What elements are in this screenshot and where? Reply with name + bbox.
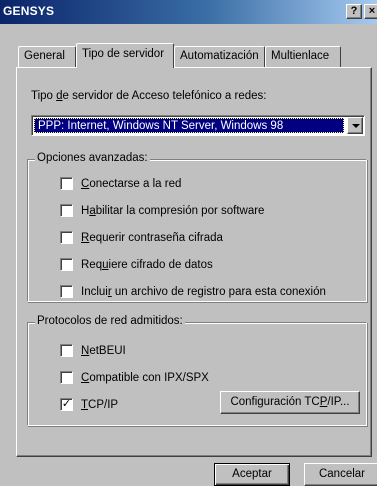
netbeui-label: NetBEUI — [81, 345, 126, 357]
software-compression-label: Habilitar la compresión por software — [81, 205, 265, 217]
connect-network-label: Conectarse a la red — [81, 178, 182, 190]
ipx-spx-checkbox[interactable] — [60, 371, 73, 384]
log-file-checkbox[interactable] — [60, 285, 73, 298]
tab-panel: Tipo de servidor de Acceso telefónico a … — [16, 67, 372, 457]
server-type-label: Tipo de servidor de Acceso telefónico a … — [31, 90, 267, 102]
close-button[interactable]: × — [364, 4, 377, 19]
tcpip-checkbox[interactable]: ✓ — [60, 398, 73, 411]
connect-network-checkbox[interactable] — [60, 177, 73, 190]
advanced-options-title: Opciones avanzadas: — [35, 152, 150, 164]
server-type-select[interactable]: PPP: Internet, Windows NT Server, Window… — [31, 115, 365, 136]
cancel-button[interactable]: Cancelar — [304, 463, 377, 486]
log-file-label: Incluir un archivo de registro para esta… — [81, 286, 326, 298]
tcpip-label: TCP/IP — [81, 399, 119, 411]
data-encryption-checkbox[interactable] — [60, 258, 73, 271]
ok-button[interactable]: Aceptar — [214, 463, 290, 486]
tcpip-settings-button[interactable]: Configuración TCP/IP... — [220, 391, 360, 414]
encrypted-password-label: Requerir contraseña cifrada — [81, 232, 223, 244]
encrypted-password-checkbox[interactable] — [60, 231, 73, 244]
server-type-value: PPP: Internet, Windows NT Server, Window… — [34, 118, 344, 133]
tab-multilink[interactable]: Multienlace — [265, 46, 341, 67]
advanced-options-group: Opciones avanzadas: Conectarse a la red … — [27, 152, 367, 302]
window-title: GENSYS — [3, 4, 55, 18]
ipx-spx-label: Compatible con IPX/SPX — [81, 372, 209, 384]
chevron-down-icon — [352, 124, 360, 128]
protocols-title: Protocolos de red admitidos: — [35, 315, 185, 327]
tab-automation[interactable]: Automatización — [174, 46, 265, 67]
title-bar[interactable]: GENSYS ? × — [0, 0, 377, 24]
help-button[interactable]: ? — [346, 4, 362, 19]
protocols-group: Protocolos de red admitidos: NetBEUI Com… — [27, 315, 367, 426]
dialog-window: GENSYS ? × General Tipo de servidor Auto… — [0, 0, 377, 486]
netbeui-checkbox[interactable] — [60, 344, 73, 357]
data-encryption-label: Requiere cifrado de datos — [81, 259, 213, 271]
tab-general[interactable]: General — [18, 46, 76, 67]
dropdown-button[interactable] — [347, 117, 363, 134]
software-compression-checkbox[interactable] — [60, 204, 73, 217]
tab-server-type[interactable]: Tipo de servidor — [76, 43, 174, 68]
